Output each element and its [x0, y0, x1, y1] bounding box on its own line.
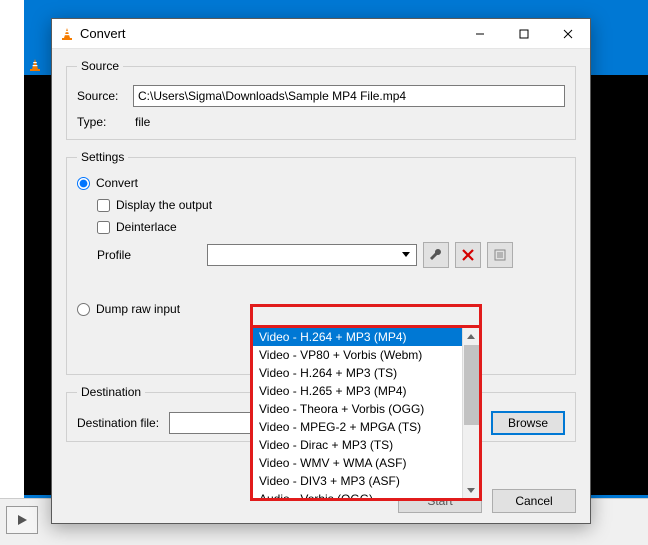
source-input[interactable] [133, 85, 565, 107]
deinterlace-label: Deinterlace [116, 220, 177, 234]
destination-file-label: Destination file: [77, 416, 159, 430]
convert-radio-label: Convert [96, 176, 138, 190]
profile-option[interactable]: Video - MPEG-2 + MPGA (TS) [253, 418, 462, 436]
edit-profile-button[interactable] [423, 242, 449, 268]
dump-raw-radio-input[interactable] [77, 303, 90, 316]
convert-radio[interactable]: Convert [77, 176, 565, 190]
display-output-label: Display the output [116, 198, 212, 212]
profile-option[interactable]: Video - H.265 + MP3 (MP4) [253, 382, 462, 400]
settings-legend: Settings [77, 150, 128, 164]
scrollbar[interactable] [462, 328, 479, 498]
parent-menu-text: Me [30, 88, 48, 103]
profile-option[interactable]: Audio - Vorbis (OGG) [253, 490, 462, 498]
window-title: Convert [80, 26, 126, 41]
deinterlace-checkbox[interactable]: Deinterlace [97, 220, 565, 234]
profile-combobox[interactable] [207, 244, 417, 266]
dump-raw-radio[interactable]: Dump raw input [77, 302, 565, 316]
source-legend: Source [77, 59, 123, 73]
new-profile-button[interactable] [487, 242, 513, 268]
new-profile-icon [493, 248, 507, 262]
source-label: Source: [77, 89, 133, 103]
profile-option[interactable]: Video - WMV + WMA (ASF) [253, 454, 462, 472]
chevron-down-icon [398, 247, 414, 263]
scroll-thumb[interactable] [464, 345, 479, 425]
titlebar[interactable]: Convert [52, 19, 590, 49]
close-button[interactable] [546, 19, 590, 49]
deinterlace-input[interactable] [97, 221, 110, 234]
profile-option[interactable]: Video - Theora + Vorbis (OGG) [253, 400, 462, 418]
delete-profile-button[interactable] [455, 242, 481, 268]
profile-option[interactable]: Video - DIV3 + MP3 (ASF) [253, 472, 462, 490]
dump-raw-radio-label: Dump raw input [96, 302, 180, 316]
destination-legend: Destination [77, 385, 145, 399]
profile-dropdown-list[interactable]: Video - H.264 + MP3 (MP4)Video - VP80 + … [250, 325, 482, 501]
type-label: Type: [77, 115, 133, 129]
profile-option[interactable]: Video - VP80 + Vorbis (Webm) [253, 346, 462, 364]
scroll-up-button[interactable] [463, 328, 479, 345]
profile-option[interactable]: Video - Dirac + MP3 (TS) [253, 436, 462, 454]
type-value: file [133, 115, 150, 129]
display-output-checkbox[interactable]: Display the output [97, 198, 565, 212]
delete-icon [461, 248, 475, 262]
play-button[interactable] [6, 506, 38, 534]
display-output-input[interactable] [97, 199, 110, 212]
cancel-button[interactable]: Cancel [492, 489, 576, 513]
minimize-button[interactable] [458, 19, 502, 49]
vlc-cone-icon [60, 27, 74, 41]
maximize-button[interactable] [502, 19, 546, 49]
profile-label: Profile [97, 248, 207, 262]
browse-button[interactable]: Browse [491, 411, 565, 435]
profile-option[interactable]: Video - H.264 + MP3 (MP4) [253, 328, 462, 346]
parent-left-strip [0, 0, 24, 545]
profile-option[interactable]: Video - H.264 + MP3 (TS) [253, 364, 462, 382]
vlc-cone-icon [28, 58, 42, 72]
source-group: Source Source: Type: file [66, 59, 576, 140]
convert-radio-input[interactable] [77, 177, 90, 190]
scroll-down-button[interactable] [463, 481, 479, 498]
convert-dialog: Convert Source Source: Type: file [51, 18, 591, 524]
scroll-track[interactable] [463, 425, 479, 481]
wrench-icon [429, 248, 443, 262]
